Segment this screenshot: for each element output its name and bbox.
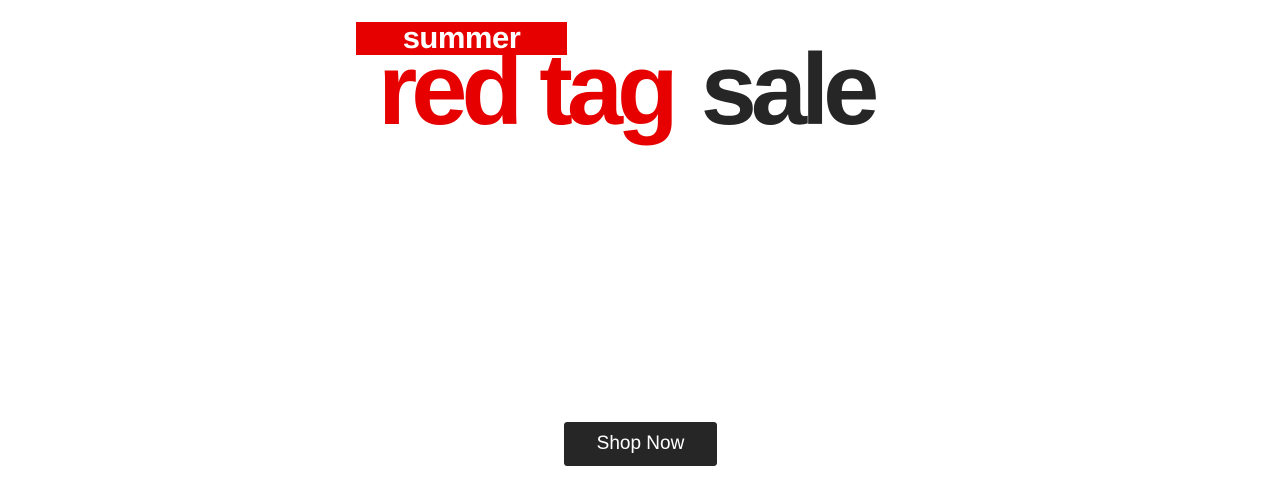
headline-sale: sale [700,34,880,146]
headline-red-tag: red tag [378,34,679,146]
promo-banner: summer red tag sale Shop Now [0,0,1280,503]
shop-now-button[interactable]: Shop Now [564,422,717,466]
sale-headline: red tag sale [378,34,880,146]
